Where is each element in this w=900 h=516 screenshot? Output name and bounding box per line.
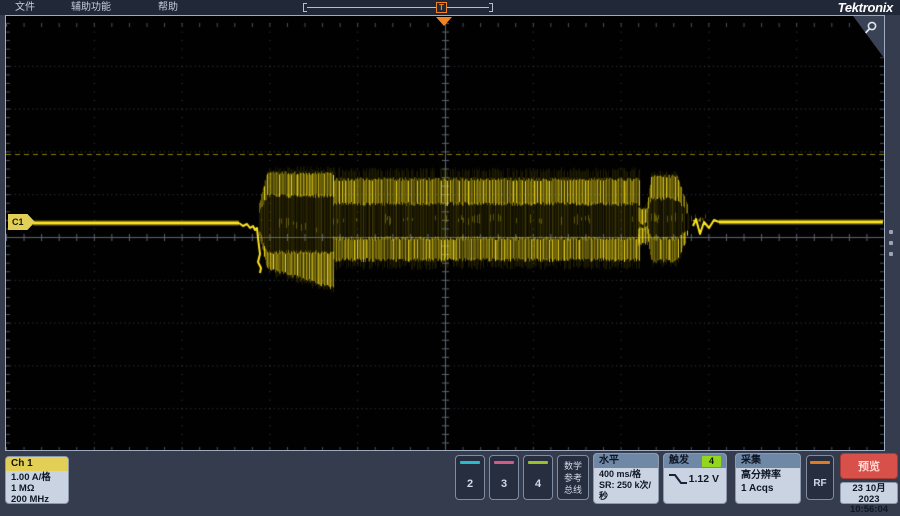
rf-color-bar bbox=[810, 461, 830, 464]
slider-right-bracket bbox=[489, 3, 493, 12]
trigger-source-badge: 4 bbox=[702, 456, 721, 467]
horizontal-title: 水平 bbox=[594, 454, 658, 468]
channel4-color-bar bbox=[528, 461, 548, 464]
channel1-bandwidth: 200 MHz bbox=[11, 494, 63, 504]
channel1-impedance: 1 MΩ bbox=[11, 483, 63, 494]
channel2-label: 2 bbox=[456, 478, 484, 490]
menu-help[interactable]: 帮助 bbox=[158, 1, 178, 14]
right-edge-drag-handle[interactable] bbox=[889, 230, 895, 260]
channel1-badge[interactable]: Ch 1 1.00 A/格 1 MΩ 200 MHz bbox=[5, 456, 69, 504]
acquisition-badge[interactable]: 采集 高分辨率 1 Acqs bbox=[735, 453, 801, 504]
channel3-color-bar bbox=[494, 461, 514, 464]
record-length: RL: 1 Mpts bbox=[599, 502, 653, 504]
math-ref-bus-button[interactable]: 数学 参考 总线 bbox=[557, 455, 589, 500]
horizontal-settings-badge[interactable]: 水平 400 ms/格 SR: 250 k次/秒 RL: 1 Mpts bbox=[593, 453, 659, 504]
channel4-label: 4 bbox=[524, 478, 552, 490]
channel3-button[interactable]: 3 bbox=[489, 455, 519, 500]
rf-label: RF bbox=[807, 478, 833, 489]
channel3-label: 3 bbox=[490, 478, 518, 490]
channel4-button[interactable]: 4 bbox=[523, 455, 553, 500]
trigger-title: 触发 bbox=[669, 454, 689, 468]
channel2-color-bar bbox=[460, 461, 480, 464]
horizontal-scale: 400 ms/格 bbox=[599, 469, 653, 480]
sample-rate: SR: 250 k次/秒 bbox=[599, 480, 653, 502]
tektronix-logo: Tektronix bbox=[838, 0, 893, 15]
trigger-settings-badge[interactable]: 触发 4 1.12 V bbox=[663, 453, 727, 504]
slider-rail bbox=[307, 7, 489, 8]
trigger-position-marker[interactable]: T bbox=[436, 2, 447, 13]
channel1-scale: 1.00 A/格 bbox=[11, 472, 63, 483]
menu-file[interactable]: 文件 bbox=[15, 1, 35, 14]
falling-edge-icon bbox=[668, 472, 688, 486]
acquisition-mode: 高分辨率 bbox=[741, 469, 795, 482]
ref-label: 参考 bbox=[558, 472, 588, 484]
math-label: 数学 bbox=[558, 460, 588, 472]
scope-graticule-canvas[interactable] bbox=[6, 16, 884, 450]
channel1-name: Ch 1 bbox=[6, 457, 68, 471]
channel2-button[interactable]: 2 bbox=[455, 455, 485, 500]
datetime-display: 23 10月 2023 10:56:04 bbox=[840, 482, 898, 504]
time-text: 10:56:04 bbox=[841, 505, 897, 516]
horizontal-position-slider[interactable]: T bbox=[303, 2, 493, 13]
trigger-level: 1.12 V bbox=[689, 473, 719, 485]
date-text: 23 10月 2023 bbox=[841, 484, 897, 505]
acquisition-title: 采集 bbox=[736, 454, 800, 468]
slider-left-bracket bbox=[303, 3, 307, 12]
rf-button[interactable]: RF bbox=[806, 455, 834, 500]
menu-bar: 文件 辅助功能 帮助 T Tektronix bbox=[0, 0, 900, 15]
status-bar: Ch 1 1.00 A/格 1 MΩ 200 MHz 2 3 4 数学 参考 总… bbox=[0, 451, 900, 506]
waveform-display-area[interactable]: C1 bbox=[5, 15, 885, 451]
bus-label: 总线 bbox=[558, 484, 588, 496]
preview-button[interactable]: 预览 bbox=[840, 453, 898, 479]
trigger-position-arrow-icon[interactable] bbox=[436, 17, 452, 26]
acquisition-count: 1 Acqs bbox=[741, 482, 795, 495]
menu-utility[interactable]: 辅助功能 bbox=[71, 1, 111, 14]
